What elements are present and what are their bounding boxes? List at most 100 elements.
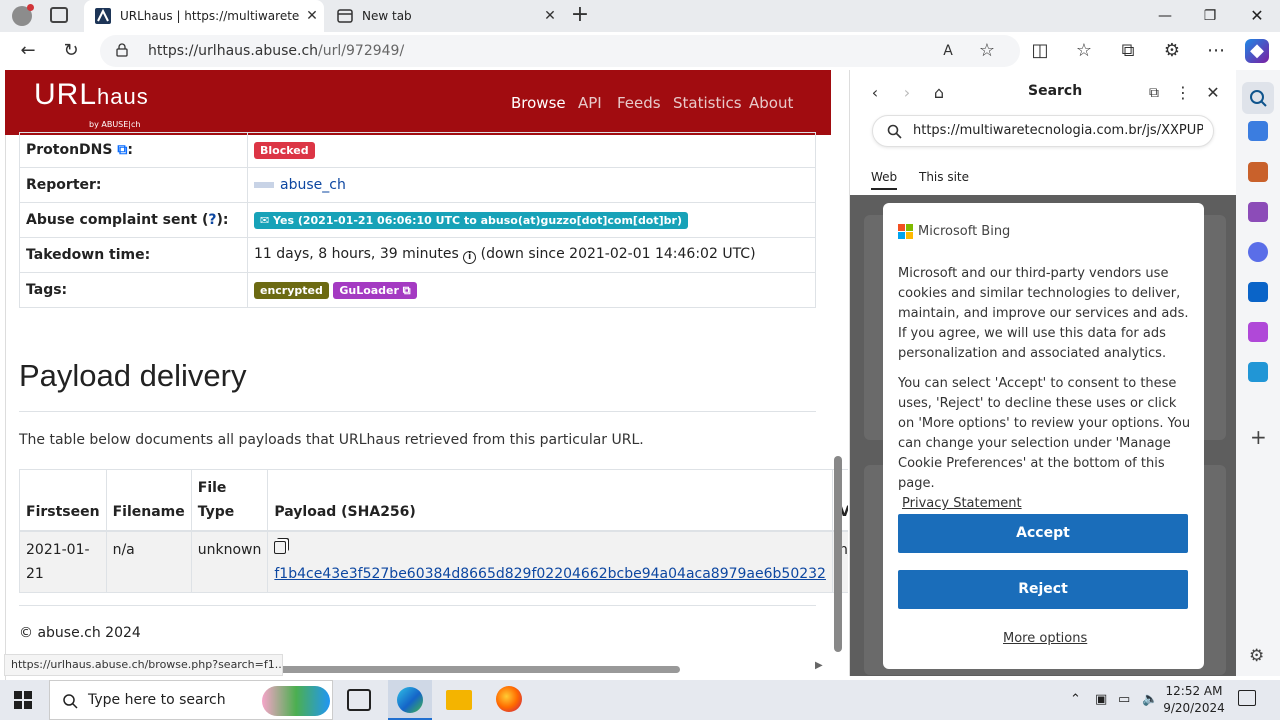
extensions-icon[interactable]: ⚙ (1159, 39, 1185, 63)
search-icon (63, 694, 78, 709)
reject-button[interactable]: Reject (898, 570, 1188, 609)
address-host: https://urlhaus.abuse.ch (148, 43, 319, 59)
tag-rail-icon[interactable] (1248, 121, 1268, 141)
close-window-button[interactable]: ✕ (1237, 4, 1277, 28)
search-placeholder: Type here to search (88, 692, 226, 708)
clock-time: 12:52 AM (1165, 684, 1223, 698)
address-bar[interactable]: https://urlhaus.abuse.ch/url/972949/ A ☆ (100, 35, 1020, 67)
tag-guloader-text: GuLoader (339, 283, 399, 297)
read-aloud-icon[interactable]: A (935, 39, 961, 63)
tab-actions-icon[interactable] (50, 7, 68, 23)
settings-gear-icon[interactable]: ⚙ (1249, 646, 1264, 666)
col-sha256[interactable]: Payload (SHA256) (267, 469, 833, 532)
cookie-consent-dialog: Microsoft Bing Microsoft and our third-p… (883, 203, 1204, 669)
help-link[interactable]: ? (208, 212, 216, 228)
privacy-statement-link[interactable]: Privacy Statement (902, 496, 1022, 511)
designer-rail-icon[interactable] (1248, 322, 1268, 342)
tray-device-icon[interactable]: ▣ (1095, 692, 1107, 707)
col-firstseen[interactable]: Firstseen (19, 469, 107, 532)
payload-description: The table below documents all payloads t… (19, 432, 644, 448)
urlhaus-logo[interactable]: URLhaus by ABUSE|ch (34, 78, 149, 129)
payload-table: Firstseen Filename File Type Payload (SH… (19, 469, 848, 593)
close-tab-icon[interactable]: ✕ (300, 8, 324, 24)
more-options-icon[interactable]: ⋮ (1171, 82, 1195, 104)
volume-icon[interactable]: 🔈 (1142, 692, 1158, 707)
tab-urlhaus[interactable]: URLhaus | https://multiwaretecn ✕ (84, 0, 324, 32)
taskbar-search[interactable]: Type here to search (49, 680, 333, 720)
collections-icon[interactable]: ⧉ (1115, 39, 1141, 63)
add-rail-icon[interactable]: + (1250, 425, 1267, 449)
cell-filetype: unknown (190, 530, 269, 593)
home-icon[interactable]: ⌂ (927, 82, 951, 104)
search-rail-icon[interactable] (1242, 82, 1274, 114)
copy-icon[interactable] (274, 541, 287, 554)
overlay-backdrop: Microsoft Bing Microsoft and our third-p… (850, 195, 1236, 676)
profile-avatar-icon[interactable] (12, 4, 34, 26)
nav-statistics[interactable]: Statistics (673, 94, 742, 112)
copilot-icon[interactable]: ◆ (1245, 39, 1269, 63)
table-row: Tags: encrypted GuLoader ⧉ (19, 272, 816, 308)
cookie-para-1: Microsoft and our third-party vendors us… (898, 266, 1189, 361)
tab-new[interactable]: New tab ✕ (326, 0, 562, 32)
notifications-icon[interactable] (1238, 690, 1256, 706)
nav-browse[interactable]: Browse (511, 94, 566, 112)
favorite-star-icon[interactable]: ☆ (974, 39, 1000, 63)
nav-about[interactable]: About (749, 94, 793, 112)
more-options-link[interactable]: More options (1003, 631, 1087, 646)
copilot-rail-icon[interactable] (1248, 242, 1268, 262)
close-tab-icon[interactable]: ✕ (538, 8, 562, 24)
taskbar-clock[interactable]: 12:52 AM 9/20/2024 (1160, 683, 1228, 717)
favorites-icon[interactable]: ☆ (1071, 39, 1097, 63)
nav-feeds[interactable]: Feeds (617, 94, 661, 112)
info-key: Reporter: (19, 167, 248, 203)
tab-this-site[interactable]: This site (919, 170, 969, 184)
restore-button[interactable]: ❐ (1190, 4, 1230, 28)
col-filetype-text: File Type (197, 480, 235, 520)
clock-date: 9/20/2024 (1163, 701, 1225, 715)
windows-start-icon[interactable] (14, 691, 32, 709)
edge-taskbar-icon[interactable] (388, 680, 432, 720)
tray-chevron-icon[interactable]: ⌃ (1070, 692, 1081, 707)
forward-icon[interactable]: › (895, 82, 919, 104)
divider (19, 411, 816, 412)
outlook-rail-icon[interactable] (1248, 282, 1268, 302)
info-value: ✉ Yes (2021-01-21 06:06:10 UTC to abuso(… (247, 202, 816, 238)
firefox-icon[interactable] (496, 686, 522, 712)
external-link-icon[interactable]: ⧉ (117, 142, 127, 158)
tag-guloader[interactable]: GuLoader ⧉ (333, 281, 417, 299)
refresh-button[interactable]: ↻ (58, 39, 84, 63)
scroll-right-arrow-icon[interactable]: ▶ (815, 660, 823, 671)
tools-rail-icon[interactable] (1248, 162, 1268, 182)
network-icon[interactable]: ▭ (1118, 692, 1130, 707)
open-in-new-tab-icon[interactable]: ⧉ (1142, 82, 1166, 104)
games-rail-icon[interactable] (1248, 202, 1268, 222)
send-rail-icon[interactable] (1248, 362, 1268, 382)
more-menu-icon[interactable]: ⋯ (1203, 39, 1229, 63)
bing-brand: Microsoft Bing (898, 224, 1010, 239)
info-circle-icon[interactable]: i (463, 251, 477, 264)
nav-api[interactable]: API (578, 94, 602, 112)
col-filename[interactable]: Filename (105, 469, 192, 532)
tag-encrypted[interactable]: encrypted (254, 281, 329, 299)
table-row: ProtonDNS ⧉: Blocked (19, 132, 816, 168)
close-pane-icon[interactable]: ✕ (1201, 82, 1225, 104)
complaint-text: Yes (2021-01-21 06:06:10 UTC to abuso(at… (273, 213, 682, 227)
reporter-link[interactable]: abuse_ch (280, 177, 346, 193)
tab-web[interactable]: Web (871, 170, 898, 190)
back-icon[interactable]: ‹ (863, 82, 887, 104)
minimize-button[interactable]: — (1145, 4, 1185, 28)
accept-button[interactable]: Accept (898, 514, 1188, 553)
sha256-link[interactable]: f1b4ce43e3f527be60384d8665d829f02204662b… (274, 566, 826, 582)
external-link-icon: ⧉ (402, 283, 411, 297)
file-explorer-icon[interactable] (446, 690, 472, 710)
address-url: https://urlhaus.abuse.ch/url/972949/ (148, 43, 404, 59)
back-button[interactable]: ← (15, 39, 41, 63)
search-highlight-icon (262, 686, 330, 716)
task-view-icon[interactable] (347, 689, 371, 711)
new-tab-button[interactable]: + (568, 4, 592, 28)
col-filetype[interactable]: File Type (190, 469, 269, 532)
info-key: Tags: (19, 272, 248, 308)
pane-search-input[interactable]: https://multiwaretecnologia.com.br/js/XX… (872, 115, 1214, 147)
split-screen-icon[interactable]: ◫ (1027, 39, 1053, 63)
vertical-scrollbar[interactable] (834, 456, 842, 652)
